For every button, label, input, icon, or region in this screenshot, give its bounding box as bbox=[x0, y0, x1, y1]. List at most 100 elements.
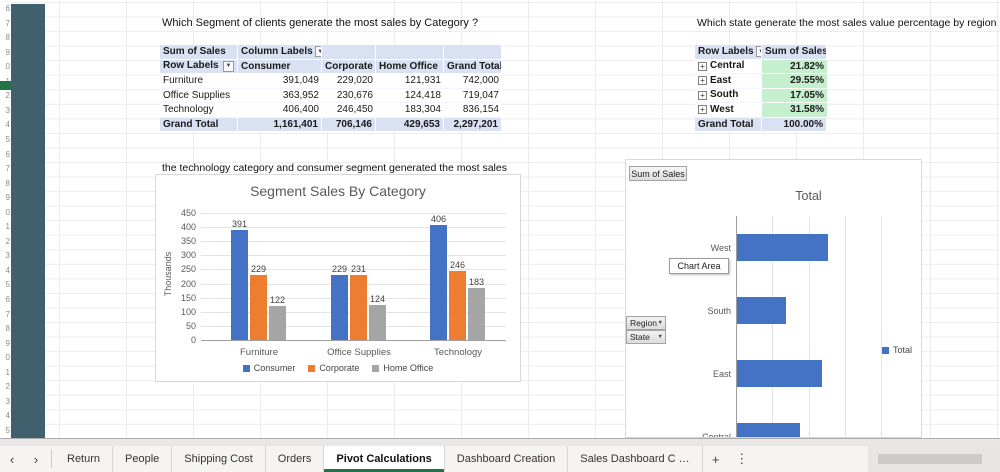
row-number[interactable]: 0 bbox=[0, 351, 10, 365]
region-chart-legend[interactable]: Total bbox=[882, 345, 912, 355]
sheet-tab-pivot-calculations[interactable]: Pivot Calculations bbox=[324, 446, 445, 472]
row-number[interactable]: 8 bbox=[0, 322, 10, 336]
pivot2-region-label-south[interactable]: + South bbox=[695, 89, 762, 103]
pivot1-value[interactable]: 183,304 bbox=[376, 103, 444, 118]
pivot1-grand-total-value[interactable]: 2,297,201 bbox=[444, 117, 502, 132]
pivot1-grand-total-label[interactable]: Grand Total bbox=[160, 117, 238, 132]
pivot1-col-header-grand-total[interactable]: Grand Total bbox=[444, 59, 502, 74]
pivot1-row-label[interactable]: Office Supplies bbox=[160, 89, 238, 103]
pivot1-value[interactable]: 363,952 bbox=[238, 89, 322, 103]
pivot1-grand-total-value[interactable]: 706,146 bbox=[322, 117, 376, 132]
row-number[interactable]: 6 bbox=[0, 293, 10, 307]
sheet-tab-orders[interactable]: Orders bbox=[266, 446, 325, 472]
pivot1-value[interactable]: 742,000 bbox=[444, 74, 502, 89]
pivot2-region-label-west[interactable]: + West bbox=[695, 103, 762, 118]
pivot2-region-value[interactable]: 31.58% bbox=[762, 103, 827, 118]
column-bar-corporate[interactable] bbox=[350, 274, 367, 340]
legend-item-home-office[interactable]: Home Office bbox=[372, 363, 433, 373]
row-number-gutter[interactable]: 678901234567890123456789012345 bbox=[0, 0, 11, 438]
pivot1-value[interactable]: 229,020 bbox=[322, 74, 376, 89]
row-number[interactable]: 9 bbox=[0, 46, 10, 60]
pivot1-value[interactable]: 246,450 bbox=[322, 103, 376, 118]
row-number[interactable]: 5 bbox=[0, 278, 10, 292]
row-number[interactable]: 7 bbox=[0, 17, 10, 31]
region-bar-east[interactable] bbox=[736, 360, 823, 387]
column-bar-corporate[interactable] bbox=[250, 275, 267, 340]
dark-column-fill[interactable] bbox=[11, 4, 45, 438]
row-number[interactable]: 0 bbox=[0, 206, 10, 220]
column-bar-consumer[interactable] bbox=[231, 229, 248, 340]
column-bar-home-office[interactable] bbox=[269, 305, 286, 340]
row-number[interactable]: 4 bbox=[0, 409, 10, 423]
row-number[interactable]: 6 bbox=[0, 2, 10, 16]
scrollbar-thumb[interactable] bbox=[878, 454, 982, 464]
expand-icon[interactable]: + bbox=[698, 105, 707, 115]
pivot1-row-label[interactable]: Technology bbox=[160, 103, 238, 118]
region-bar-central[interactable] bbox=[736, 423, 800, 437]
row-number[interactable]: 4 bbox=[0, 118, 10, 132]
row-number[interactable]: 8 bbox=[0, 177, 10, 191]
row-number[interactable]: 1 bbox=[0, 366, 10, 380]
pivot2-region-value[interactable]: 29.55% bbox=[762, 74, 827, 89]
expand-icon[interactable]: + bbox=[698, 61, 707, 71]
row-number[interactable]: 9 bbox=[0, 191, 10, 205]
pivot1-value[interactable]: 391,049 bbox=[238, 74, 322, 89]
pivot1-column-labels[interactable]: Column Labels▼ bbox=[238, 45, 322, 60]
pivot2-region-value[interactable]: 17.05% bbox=[762, 88, 827, 103]
pivot1-row-labels[interactable]: Row Labels ▼ bbox=[160, 59, 238, 74]
pivot2-region-label-east[interactable]: + East bbox=[695, 74, 762, 89]
column-bar-consumer[interactable] bbox=[430, 225, 447, 340]
pivot1-row-label[interactable]: Furniture bbox=[160, 74, 238, 89]
pivot2-region-label-central[interactable]: + Central bbox=[695, 60, 762, 74]
pivot1-col-header-home-office[interactable]: Home Office bbox=[376, 59, 444, 74]
legend-item-consumer[interactable]: Consumer bbox=[242, 363, 295, 373]
pivot2-grand-total-value[interactable]: 100.00% bbox=[762, 117, 827, 132]
region-bar-south[interactable] bbox=[736, 297, 786, 324]
row-number[interactable]: 3 bbox=[0, 395, 10, 409]
region-filter-button[interactable]: Region ▼ bbox=[626, 316, 666, 330]
region-bar-west[interactable] bbox=[736, 234, 829, 261]
pivot1-grand-total-value[interactable]: 1,161,401 bbox=[238, 117, 322, 132]
sheet-tab-shipping-cost[interactable]: Shipping Cost bbox=[172, 446, 266, 472]
column-bar-home-office[interactable] bbox=[369, 305, 386, 340]
region-chart[interactable]: Total Sum of Sales Total Region ▼ State … bbox=[625, 159, 922, 438]
pivot1-col-header-consumer[interactable]: Consumer bbox=[238, 59, 322, 74]
row-number[interactable]: 2 bbox=[0, 380, 10, 394]
row-number[interactable]: 1 bbox=[0, 220, 10, 234]
row-number[interactable]: 3 bbox=[0, 104, 10, 118]
sheet-tab-dashboard-creation[interactable]: Dashboard Creation bbox=[445, 446, 569, 472]
row-number[interactable]: 5 bbox=[0, 424, 10, 438]
row-labels-dropdown[interactable]: ▼ bbox=[223, 60, 234, 72]
pivot1-value[interactable]: 836,154 bbox=[444, 103, 502, 118]
pivot2-value-header[interactable]: Sum of Sales bbox=[762, 45, 827, 60]
sheet-tab-people[interactable]: People bbox=[113, 446, 173, 472]
segment-chart-legend[interactable]: Consumer Corporate Home Office bbox=[156, 363, 520, 373]
pivot1-value[interactable]: 406,400 bbox=[238, 103, 322, 118]
row-number[interactable]: 2 bbox=[0, 89, 10, 103]
row-number[interactable]: 2 bbox=[0, 235, 10, 249]
row-number[interactable]: 0 bbox=[0, 60, 10, 74]
segment-chart[interactable]: Segment Sales By Category Thousands Cons… bbox=[155, 174, 521, 382]
row-number[interactable]: 6 bbox=[0, 148, 10, 162]
row-number[interactable]: 8 bbox=[0, 31, 10, 45]
pivot1-col-header-corporate[interactable]: Corporate bbox=[322, 59, 376, 74]
column-labels-dropdown[interactable]: ▼ bbox=[314, 46, 321, 58]
row-number[interactable]: 7 bbox=[0, 308, 10, 322]
row-number[interactable]: 4 bbox=[0, 264, 10, 278]
sheet-tab-sales-dashboard-c[interactable]: Sales Dashboard C … bbox=[568, 446, 703, 472]
pivot-segment-table[interactable]: Sum of SalesColumn Labels▼Row Labels▼Con… bbox=[160, 45, 502, 132]
pivot1-value[interactable]: 121,931 bbox=[376, 74, 444, 89]
pivot1-value[interactable]: 719,047 bbox=[444, 89, 502, 103]
pivot1-value[interactable]: 124,418 bbox=[376, 89, 444, 103]
add-sheet-button[interactable]: + bbox=[703, 446, 729, 472]
pivot1-grand-total-value[interactable]: 429,653 bbox=[376, 117, 444, 132]
row-number[interactable]: 7 bbox=[0, 162, 10, 176]
row-number[interactable]: 9 bbox=[0, 337, 10, 351]
column-bar-home-office[interactable] bbox=[468, 288, 485, 340]
row-number[interactable]: 3 bbox=[0, 249, 10, 263]
tab-scroll-right-icon[interactable]: › bbox=[24, 446, 48, 472]
tab-scroll-left-icon[interactable]: ‹ bbox=[0, 446, 24, 472]
pivot2-grand-total-label[interactable]: Grand Total bbox=[695, 117, 762, 132]
pivot-region-table[interactable]: Row Labels▼Sum of Sales+Central21.82%+Ea… bbox=[695, 45, 827, 132]
pivot2-region-value[interactable]: 21.82% bbox=[762, 59, 827, 74]
